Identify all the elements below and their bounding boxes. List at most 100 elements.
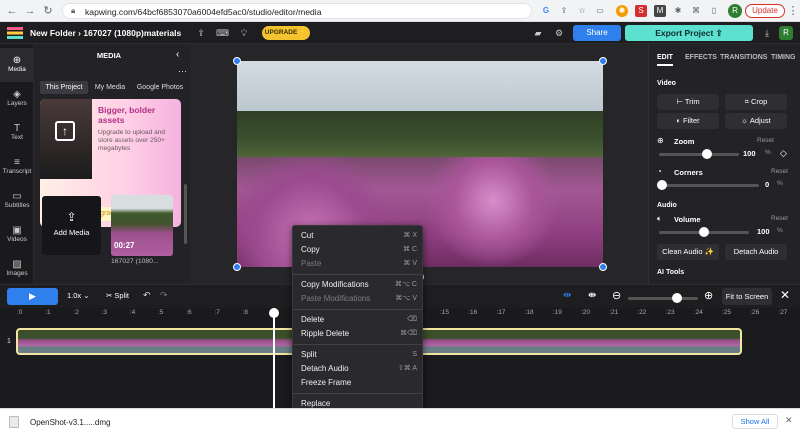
address-bar[interactable]: 🔒︎ kapwing.com/64bcf6853070a6004efd5ac0/… <box>62 3 532 19</box>
download-icon[interactable]: ⤓ <box>761 27 773 39</box>
clean-audio-button[interactable]: Clean Audio ✨ <box>657 244 719 260</box>
menu-item-copy-modifications[interactable]: Copy Modifications ⌘⌥ C <box>301 279 417 291</box>
rail-label: Text <box>11 134 23 141</box>
zoom-value[interactable]: 100 <box>743 149 756 158</box>
volume-slider[interactable] <box>659 227 749 237</box>
speed-selector[interactable]: 1.0x ⌄ <box>67 291 90 300</box>
studio-logo-icon[interactable]: ▰ <box>532 27 544 39</box>
corners-value[interactable]: 0 <box>765 180 769 189</box>
timeline-zoom-slider[interactable] <box>628 293 698 303</box>
project-title[interactable]: New Folder › 167027 (1080p)materials <box>30 27 181 39</box>
panel-scrollbar[interactable] <box>184 184 187 244</box>
reload-icon[interactable]: ↻ <box>42 4 54 18</box>
crop-button[interactable]: ⌗ Crop <box>725 94 787 110</box>
forward-icon[interactable]: → <box>24 4 36 18</box>
lock-icon: 🔒︎ <box>71 6 76 15</box>
tab-timing[interactable]: TIMING <box>771 54 796 61</box>
volume-reset[interactable]: Reset <box>771 215 788 222</box>
playhead[interactable] <box>273 308 275 408</box>
update-button[interactable]: Update <box>745 4 785 18</box>
detach-audio-button[interactable]: Detach Audio <box>725 244 787 260</box>
menu-item-detach-audio[interactable]: Detach Audio ⇧⌘ A <box>301 363 417 375</box>
redo-icon[interactable]: ↷ <box>160 290 168 301</box>
resize-handle-top-right[interactable] <box>599 57 607 65</box>
zoom-reset[interactable]: Reset <box>757 137 774 144</box>
collapse-chevron-icon[interactable]: ‹ <box>176 49 179 60</box>
tab-transitions[interactable]: TRANSITIONS <box>720 54 767 61</box>
undo-icon[interactable]: ↶ <box>143 290 151 301</box>
rail-item-media[interactable]: ⊕ Media <box>0 48 34 82</box>
keyboard-icon[interactable]: ⌨ <box>216 27 229 39</box>
menu-item-label: Replace <box>301 399 331 408</box>
snap-magnet-icon[interactable]: ⇹ <box>563 290 571 301</box>
adjust-button[interactable]: ☼ Adjust <box>725 113 787 129</box>
corners-slider-knob[interactable] <box>657 180 667 190</box>
google-icon[interactable]: G <box>540 5 552 17</box>
timeline-zoom-knob[interactable] <box>672 293 682 303</box>
tab-icon[interactable]: ▭ <box>594 5 606 17</box>
more-options-icon[interactable]: ⋯ <box>178 66 187 77</box>
play-button[interactable]: ▶ <box>7 288 58 305</box>
corners-slider[interactable] <box>657 180 759 190</box>
user-avatar[interactable]: R <box>779 26 793 40</box>
zoom-in-icon[interactable]: ⊕ <box>704 289 713 302</box>
tab-my-media[interactable]: My Media <box>90 81 130 94</box>
menu-item-copy[interactable]: Copy ⌘ C <box>301 244 417 256</box>
share-page-icon[interactable]: ⇪ <box>558 5 570 17</box>
rail-item-videos[interactable]: ▣ Videos <box>0 218 34 252</box>
trim-button[interactable]: ⊢ Trim <box>657 94 719 110</box>
keyframe-diamond-icon[interactable]: ◇ <box>780 148 787 159</box>
zoom-out-icon[interactable]: ⊖ <box>612 289 621 302</box>
zoom-slider-knob[interactable] <box>702 149 712 159</box>
rail-item-text[interactable]: T Text <box>0 116 34 150</box>
extension-s-icon[interactable]: S <box>635 5 647 17</box>
menu-item-split[interactable]: Split S <box>301 349 417 361</box>
menu-item-freeze-frame[interactable]: Freeze Frame <box>301 377 417 389</box>
download-filename[interactable]: OpenShot-v3.1.....dmg <box>30 418 111 427</box>
resize-handle-bottom-left[interactable] <box>233 263 241 271</box>
playhead-handle[interactable] <box>269 308 279 318</box>
extensions-puzzle-icon[interactable]: ✱ <box>672 5 684 17</box>
fit-to-screen-button[interactable]: Fit to Screen <box>722 288 772 305</box>
tab-edit[interactable]: EDIT <box>657 54 673 66</box>
back-icon[interactable]: ← <box>6 4 18 18</box>
kapwing-logo-icon[interactable] <box>7 27 23 39</box>
tab-google-photos[interactable]: Google Photos <box>133 81 187 94</box>
upgrade-button[interactable]: UPGRADE ⚡ <box>262 26 310 40</box>
devtools-icon[interactable]: ⌘ <box>690 5 702 17</box>
sidebar-icon[interactable]: ▯ <box>708 5 720 17</box>
add-media-label: Add Media <box>53 228 90 237</box>
tab-effects[interactable]: EFFECTS <box>685 54 717 61</box>
extension-sun-icon[interactable]: ✺ <box>616 5 628 17</box>
extension-m-icon[interactable]: M <box>654 5 666 17</box>
tab-this-project[interactable]: This Project <box>40 81 88 94</box>
settings-gear-icon[interactable]: ⚙ <box>553 27 565 39</box>
rail-item-layers[interactable]: ◈ Layers <box>0 82 34 116</box>
rail-item-images[interactable]: ▨ Images <box>0 252 34 286</box>
close-downloads-icon[interactable]: ✕ <box>785 415 793 426</box>
resize-handle-bottom-right[interactable] <box>599 263 607 271</box>
profile-avatar[interactable]: R <box>728 4 742 18</box>
close-timeline-icon[interactable]: ✕ <box>780 288 790 302</box>
menu-item-delete[interactable]: Delete ⌫ <box>301 314 417 326</box>
show-all-button[interactable]: Show All <box>732 414 778 429</box>
menu-item-cut[interactable]: Cut ⌘ X <box>301 230 417 242</box>
upload-icon[interactable]: ⇪ <box>195 27 207 39</box>
bookmark-icon[interactable]: ☆ <box>576 5 588 17</box>
share-button[interactable]: Share <box>573 25 621 41</box>
split-button[interactable]: ✂ Split <box>106 291 129 300</box>
add-media-button[interactable]: ⇪ Add Media <box>42 196 101 255</box>
filter-button[interactable]: ◐ Filter <box>657 113 719 129</box>
export-project-button[interactable]: Export Project ⇪ <box>625 25 753 41</box>
fit-arrows-icon[interactable]: ⇼ <box>588 290 596 301</box>
menu-item-ripple-delete[interactable]: Ripple Delete ⌘⌫ <box>301 328 417 340</box>
rail-item-transcript[interactable]: ≡ Transcript <box>0 150 34 184</box>
resize-handle-top-left[interactable] <box>233 57 241 65</box>
volume-value[interactable]: 100 <box>757 227 770 236</box>
browser-menu-icon[interactable]: ⋮ <box>787 4 799 18</box>
volume-slider-knob[interactable] <box>699 227 709 237</box>
rail-item-subtitles[interactable]: ▭ Subtitles <box>0 184 34 218</box>
corners-reset[interactable]: Reset <box>771 168 788 175</box>
zoom-slider[interactable] <box>659 149 739 159</box>
lightbulb-icon[interactable]: 💡︎ <box>238 27 250 39</box>
